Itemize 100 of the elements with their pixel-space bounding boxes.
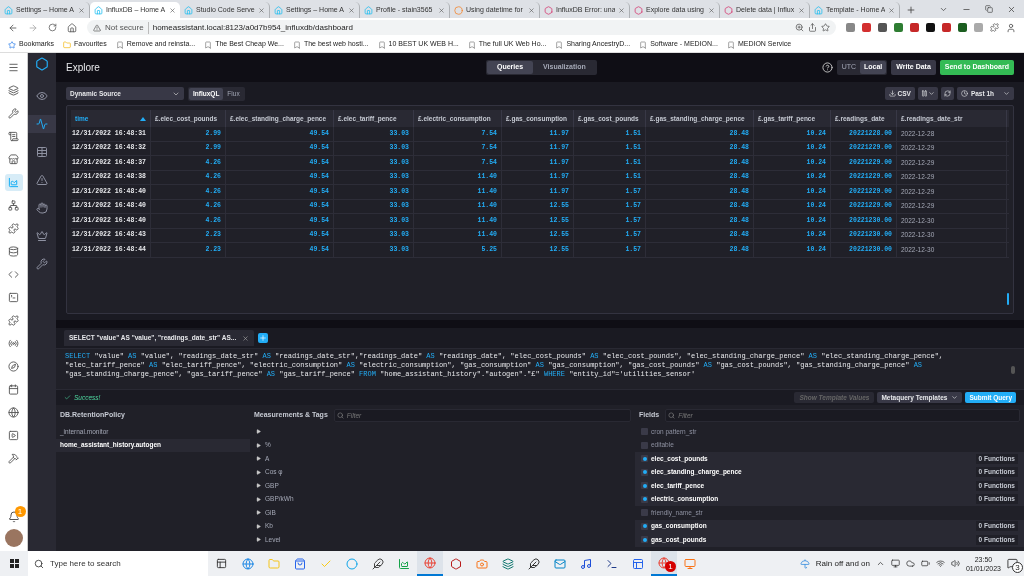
app-icon	[346, 557, 358, 570]
close-icon[interactable]	[708, 6, 715, 14]
reload-icon[interactable]	[48, 23, 57, 32]
close-icon[interactable]	[242, 334, 250, 342]
circle-icon	[454, 5, 463, 15]
share-icon[interactable]	[808, 23, 817, 32]
field-checkbox[interactable]	[641, 428, 648, 436]
home-icon	[184, 5, 193, 15]
caret-icon	[951, 394, 959, 401]
scrollbar-thumb[interactable]	[1007, 293, 1009, 305]
zoom-icon[interactable]	[795, 23, 804, 32]
close-icon[interactable]	[169, 6, 176, 14]
home-icon	[274, 5, 283, 15]
field-checkbox[interactable]	[641, 495, 648, 503]
search-icon	[336, 411, 344, 419]
address-bar[interactable]: Not secure homeassistant.local:8123/a0d7b954_influxdb/dashboard	[87, 20, 836, 35]
back-icon[interactable]	[8, 22, 18, 33]
field-checkbox[interactable]	[641, 482, 648, 490]
pause-icon	[920, 90, 928, 97]
chart-icon[interactable]	[4, 174, 23, 191]
hexagon-icon	[634, 5, 643, 15]
app-icon	[294, 557, 306, 570]
restore-icon[interactable]	[985, 5, 993, 13]
pause-button[interactable]	[917, 87, 938, 100]
caret-icon	[927, 90, 935, 97]
close-icon[interactable]	[258, 6, 265, 14]
field-checkbox[interactable]	[641, 536, 648, 544]
help-icon[interactable]	[821, 62, 833, 73]
wifi-icon[interactable]	[935, 559, 945, 568]
refresh-icon	[943, 90, 951, 97]
field-checkbox[interactable]	[641, 455, 648, 463]
app-icon	[580, 557, 592, 570]
search-icon	[668, 411, 676, 419]
close-icon[interactable]	[78, 6, 85, 14]
bookmark-icon	[377, 40, 386, 49]
security-label: Not secure	[105, 21, 149, 34]
app-icon	[242, 557, 254, 570]
hexagon-logo-icon[interactable]	[35, 57, 49, 71]
field-checkbox[interactable]	[641, 468, 648, 476]
field-checkbox[interactable]	[641, 441, 648, 449]
close-icon[interactable]	[798, 6, 805, 14]
refresh-button[interactable]	[940, 87, 954, 100]
home-icon	[814, 5, 823, 15]
app-icon	[424, 556, 436, 569]
volume-icon[interactable]	[950, 559, 960, 568]
bookmark-icon	[555, 40, 564, 49]
app-icon	[658, 556, 670, 569]
close-icon[interactable]	[438, 6, 445, 14]
sort-icon	[140, 116, 146, 121]
close-icon[interactable]	[618, 6, 625, 14]
app-icon	[398, 557, 410, 570]
clock-icon	[960, 90, 968, 97]
app-icon	[606, 557, 618, 570]
extensions-icon[interactable]	[990, 23, 999, 32]
monitor-icon[interactable]	[890, 559, 900, 568]
app-icon	[528, 557, 540, 570]
page-title: Explore	[66, 61, 101, 75]
bookmark-icon	[467, 40, 476, 49]
home-icon	[94, 5, 103, 15]
url-text: homeassistant.local:8123/a0d7b954_influxdb/dashboard	[152, 21, 354, 34]
app-badge: 1	[665, 561, 676, 572]
battery-icon[interactable]	[920, 559, 930, 568]
bell-icon[interactable]	[7, 511, 20, 523]
close-icon[interactable]	[348, 6, 355, 14]
notification-count: 3	[1012, 562, 1023, 573]
home-icon	[4, 5, 13, 15]
bookmark-icon	[726, 40, 735, 49]
close-icon[interactable]	[528, 6, 535, 14]
taskbar-app[interactable]: 1	[651, 551, 677, 576]
app-icon	[632, 557, 644, 570]
hexagon-icon	[544, 5, 553, 15]
bookmark-icon	[204, 40, 213, 49]
bookmark-icon	[292, 40, 301, 49]
chevron-up-icon[interactable]	[875, 559, 885, 568]
close-icon[interactable]	[1007, 4, 1016, 14]
bookmark-icon	[115, 40, 124, 49]
search-field[interactable]: Type here to search	[28, 551, 208, 576]
star-icon[interactable]	[821, 23, 830, 32]
close-icon[interactable]	[888, 6, 895, 14]
caret-icon	[1003, 90, 1010, 97]
folder-icon	[63, 40, 71, 49]
avatar[interactable]	[4, 529, 23, 547]
task-view-icon[interactable]	[216, 558, 227, 569]
add-query-icon[interactable]	[258, 333, 269, 343]
graph-icon[interactable]	[28, 115, 56, 133]
home-icon[interactable]	[67, 22, 77, 33]
new-tab-icon[interactable]	[906, 5, 916, 15]
scrollbar-thumb[interactable]	[1011, 366, 1015, 374]
download-icon	[888, 90, 896, 97]
weather-text[interactable]: Rain off and on	[815, 557, 870, 570]
field-checkbox[interactable]	[641, 522, 648, 530]
bookmark-icon	[639, 40, 648, 49]
forward-icon[interactable]	[28, 22, 38, 33]
umbrella-icon	[799, 558, 810, 569]
cloud-icon[interactable]	[905, 559, 915, 568]
home-icon	[364, 5, 373, 15]
field-checkbox[interactable]	[641, 509, 648, 517]
profile-icon[interactable]	[1006, 22, 1016, 33]
notification-badge: 1	[14, 506, 26, 517]
app-icon	[502, 557, 514, 570]
